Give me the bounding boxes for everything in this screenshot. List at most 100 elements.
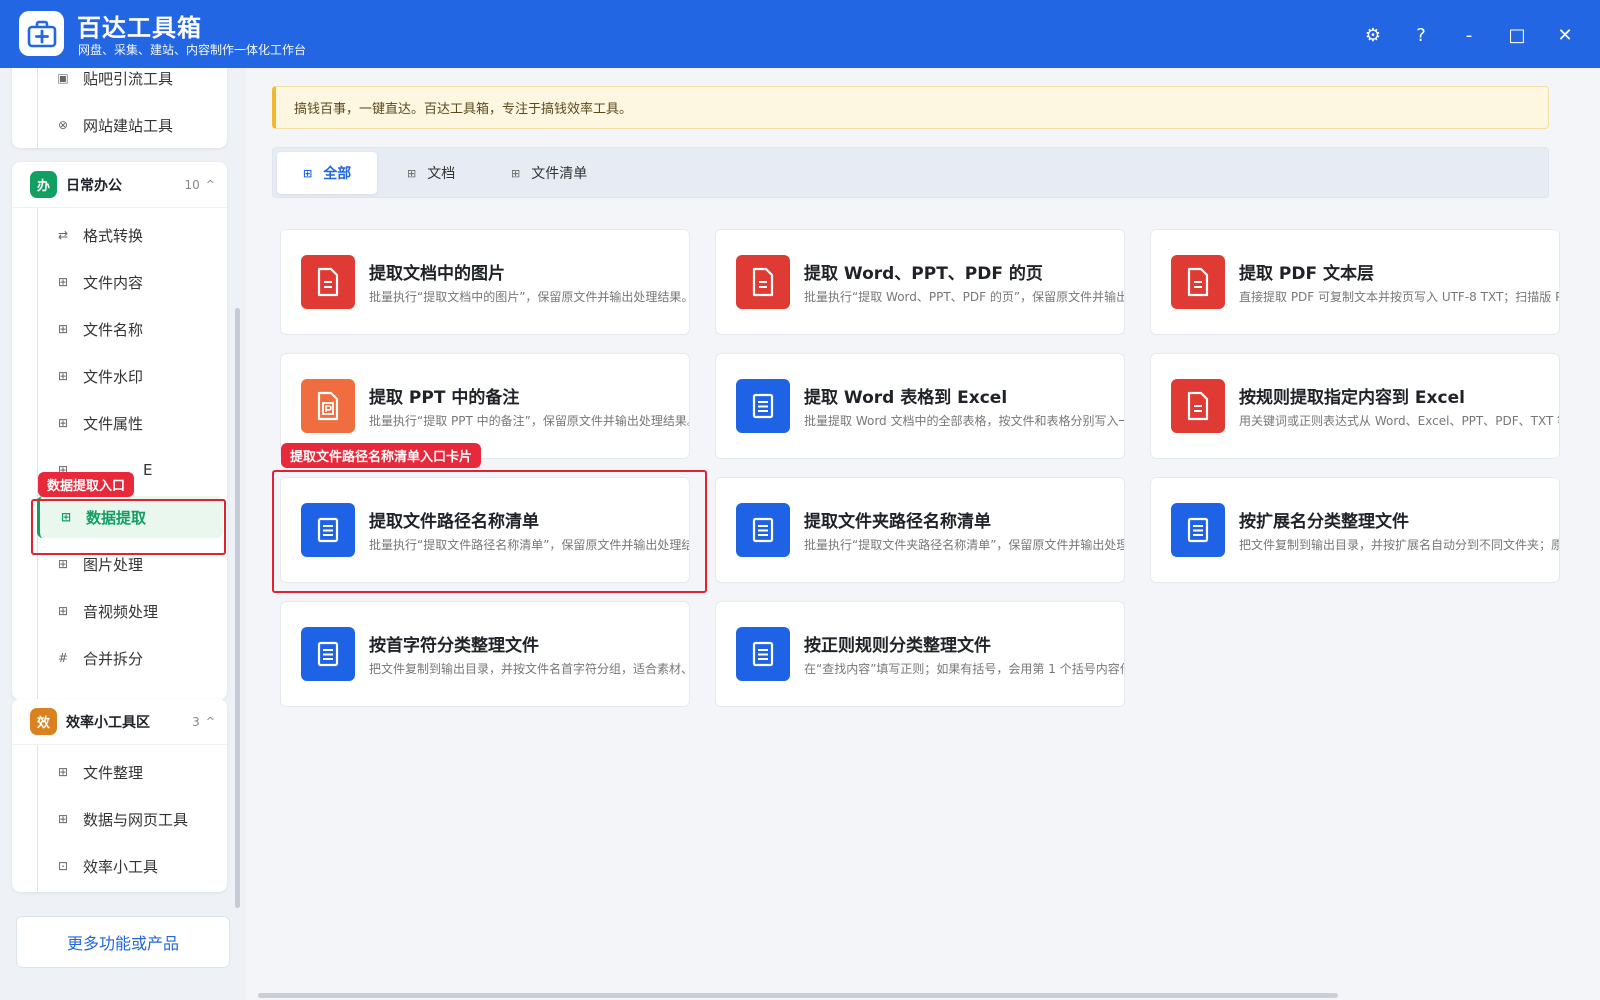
swap-icon: ⇄ [57,228,69,242]
card-title: 提取文件夹路径名称清单 [804,512,991,532]
tab-label: 全部 [323,166,352,182]
grid-icon: ⊞ [57,604,69,618]
grid-icon: ⊞ [511,166,521,180]
tool-card-rule-extract-to-excel[interactable]: 按规则提取指定内容到 Excel 用关键词或正则表达式从 Word、Excel、… [1150,353,1560,459]
card-title: 提取 Word 表格到 Excel [804,388,1008,408]
hash-icon: # [57,651,69,665]
tool-card-extract-pdf-text[interactable]: 提取 PDF 文本层 直接提取 PDF 可复制文本并按页写入 UTF-8 TXT… [1150,229,1560,335]
sidebar-item-file-watermark[interactable]: ⊞ 文件水印 [37,355,223,397]
tool-card-word-table-to-excel[interactable]: 提取 Word 表格到 Excel 批量提取 Word 文档中的全部表格，按文件… [715,353,1125,459]
doc-icon [301,627,355,681]
sidebar-item-label: 图片处理 [83,555,144,574]
sidebar-item-merge-split[interactable]: # 合并拆分 [37,637,223,679]
close-button[interactable]: ✕ [1550,20,1580,50]
sidebar-item-format-convert[interactable]: ⇄ 格式转换 [37,214,223,256]
tool-card-extract-doc-images[interactable]: 提取文档中的图片 批量执行“提取文档中的图片”，保留原文件并输出处理结果。 [280,229,690,335]
sidebar-item-label: 网站建站工具 [83,116,174,135]
sidebar-category-efficiency: 效 效率小工具区 3 ^ ⊞ 文件整理 ⊞ 数据与网页工具 ⊡ 效率小工具 [12,699,227,892]
card-title: 按扩展名分类整理文件 [1239,512,1409,532]
tool-card-folder-path-list[interactable]: 提取文件夹路径名称清单 批量执行“提取文件夹路径名称清单”，保留原文件并输出处理… [715,477,1125,583]
tool-card-sort-by-regex[interactable]: 按正则规则分类整理文件 在“查找内容”填写正则；如果有括号，会用第 1 个括号内… [715,601,1125,707]
card-title: 提取 Word、PPT、PDF 的页 [804,264,1043,284]
document-icon: ▣ [57,71,69,85]
grid-icon: ⊞ [407,166,417,180]
tool-card-sort-by-extension[interactable]: 按扩展名分类整理文件 把文件复制到输出目录，并按扩展名自动分到不同文件夹；原文件… [1150,477,1560,583]
doc-icon [736,379,790,433]
horizontal-scrollbar[interactable] [254,992,1594,1000]
help-icon[interactable]: ? [1406,20,1436,50]
notice-banner: 搞钱百事，一键直达。百达工具箱，专注于搞钱效率工具。 [272,86,1549,129]
card-description: 用关键词或正则表达式从 Word、Excel、PPT、PDF、TXT 等文档中提… [1239,414,1559,428]
more-features-button[interactable]: 更多功能或产品 [16,916,230,968]
sidebar-item-label: 贴吧引流工具 [83,69,174,88]
card-description: 在“查找内容”填写正则；如果有括号，会用第 1 个括号内容作为分类文件夹名。 [804,662,1124,676]
category-name: 效率小工具区 [66,714,150,731]
file-icon [1171,255,1225,309]
category-header[interactable]: 效 效率小工具区 3 ^ [12,699,227,745]
card-description: 把文件复制到输出目录，并按文件名首字符分组，适合素材、文档整理。 [369,662,689,676]
tab-documents[interactable]: ⊞ 文档 [381,152,481,194]
category-header[interactable]: 办 日常办公 10 ^ [12,162,227,208]
tab-all[interactable]: ⊞ 全部 [277,152,377,194]
grid-icon: ⊞ [57,765,69,779]
grid-icon: ⊞ [57,557,69,571]
ppt-icon [301,379,355,433]
grid-icon: ⊞ [57,416,69,430]
file-icon [301,255,355,309]
card-description: 批量执行“提取 PPT 中的备注”，保留原文件并输出处理结果。 [369,414,690,428]
sidebar-item-label: 文件整理 [83,763,144,782]
sidebar-item-label: 数据与网页工具 [83,810,189,829]
card-description: 批量执行“提取文件夹路径名称清单”，保留原文件并输出处理结果。 [804,538,1124,552]
sidebar-annotation-tag: 数据提取入口 [38,472,135,497]
sidebar-card-previous: ▣ 贴吧引流工具 ⊗ 网站建站工具 [12,68,227,148]
scrollbar-thumb[interactable] [258,993,1338,998]
card-title: 按正则规则分类整理文件 [804,636,991,656]
tool-card-sort-by-first-char[interactable]: 按首字符分类整理文件 把文件复制到输出目录，并按文件名首字符分组，适合素材、文档… [280,601,690,707]
minimize-button[interactable]: - [1454,20,1484,50]
sidebar-item-efficiency-tools[interactable]: ⊡ 效率小工具 [37,845,223,887]
sidebar-item-audio-video[interactable]: ⊞ 音视频处理 [37,590,223,632]
sidebar-item-label: 文件内容 [83,273,144,292]
grid-icon: ⊞ [57,812,69,826]
sidebar-item-label: 文件水印 [83,367,144,386]
toolbox-icon: ⊡ [57,859,69,873]
tab-file-list[interactable]: ⊞ 文件清单 [485,152,609,194]
grid-icon: ⊞ [303,166,313,180]
sidebar-item-file-name[interactable]: ⊞ 文件名称 [37,308,223,350]
settings-icon[interactable]: ⚙ [1358,20,1388,50]
category-badge: 效 [30,708,57,735]
card-title: 按规则提取指定内容到 Excel [1239,388,1465,408]
sidebar-item-label: 格式转换 [83,226,144,245]
app-title: 百达工具箱 [77,14,202,42]
tab-label: 文件清单 [531,166,588,182]
sidebar-item-data-web-tools[interactable]: ⊞ 数据与网页工具 [37,798,223,840]
grid-icon: ⊞ [57,275,69,289]
sidebar-highlight-box [31,499,226,555]
card-highlight-box [272,470,707,593]
toolbox-logo-icon [19,11,64,56]
category-name: 日常办公 [66,177,122,194]
app-subtitle: 网盘、采集、建站、内容制作一体化工作台 [78,43,307,57]
card-annotation-tag: 提取文件路径名称清单入口卡片 [281,443,482,468]
tool-card-extract-pages[interactable]: 提取 Word、PPT、PDF 的页 批量执行“提取 Word、PPT、PDF … [715,229,1125,335]
sidebar-item-label: 效率小工具 [83,857,159,876]
doc-icon [1171,503,1225,557]
sidebar-scrollbar[interactable] [234,68,242,928]
sidebar-item-file-organize[interactable]: ⊞ 文件整理 [37,751,223,793]
card-description: 批量提取 Word 文档中的全部表格，按文件和表格分别写入一个 Excel。 [804,414,1125,428]
sidebar-item-label: 合并拆分 [83,649,144,668]
sidebar-item-file-content[interactable]: ⊞ 文件内容 [37,261,223,303]
sidebar-item-file-attributes[interactable]: ⊞ 文件属性 [37,402,223,444]
sidebar-item-tieba[interactable]: ▣ 贴吧引流工具 [37,68,223,99]
sidebar-item-website[interactable]: ⊗ 网站建站工具 [37,104,223,146]
title-bar: 百达工具箱 网盘、采集、建站、内容制作一体化工作台 ⚙ ? - □ ✕ [0,0,1600,68]
sidebar-category-office: 办 日常办公 10 ^ ⇄ 格式转换 ⊞ 文件内容 ⊞ 文件名称 ⊞ 文件水印 … [12,162,227,700]
globe-icon: ⊗ [57,118,69,132]
maximize-button[interactable]: □ [1502,20,1532,50]
doc-icon [736,627,790,681]
sidebar-item-label: 音视频处理 [83,602,159,621]
card-title: 提取 PDF 文本层 [1239,264,1375,284]
file-icon [736,255,790,309]
sidebar-item-label: E [143,461,153,479]
scrollbar-thumb[interactable] [235,308,240,908]
